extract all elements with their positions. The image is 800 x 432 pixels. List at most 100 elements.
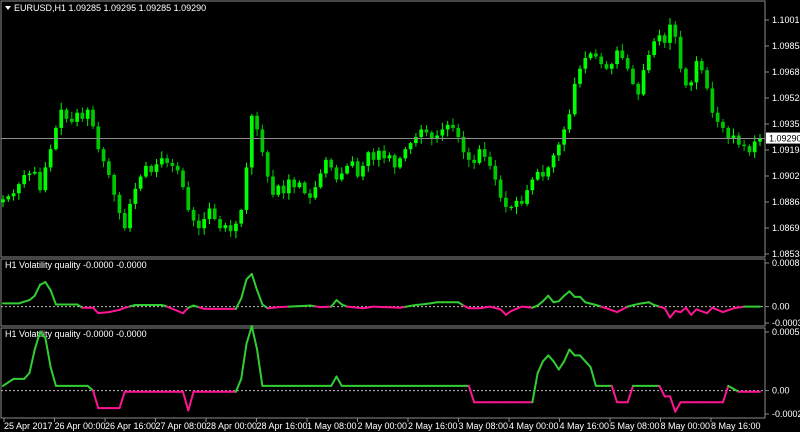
time-tick-label: 2 May 16:00 [408,421,458,431]
candle-body [461,137,466,153]
candle-body [747,146,752,153]
price-tick-label: 1.08699 [772,223,800,233]
candle-body [604,64,609,69]
candle-body [218,219,222,229]
indicator2-title: H1 Volatility quality -0.0000 -0.0000 [5,329,147,339]
candle-body [133,188,138,204]
main-title: EURUSD,H1 1.09285 1.09295 1.09285 1.0929… [14,3,206,13]
price-tick-label: 1.09359 [772,119,800,129]
candle-body [387,155,392,159]
candle-body [609,64,614,69]
time-tick-label: 27 Apr 08:00 [156,421,207,431]
candle-body [17,184,21,194]
candle-body [572,83,577,115]
indicator-tick-label: 0.0008 [772,258,800,268]
candle-body [504,197,508,207]
candle-body [159,158,164,165]
candle-body [324,159,328,174]
time-tick-label: 26 Apr 16:00 [105,421,156,431]
candle-body [556,144,561,156]
time-tick-label: 5 May 08:00 [610,421,660,431]
indicator-tick-label: 0.00 [772,386,790,396]
time-tick-label: 3 May 08:00 [459,421,509,431]
candle-body [22,175,27,185]
candle-body [202,219,207,229]
candle-body [392,155,397,168]
candle-body [599,56,604,65]
candle-body [96,126,101,150]
candle-body [440,129,445,136]
price-tick-label: 1.10019 [772,15,800,25]
candle-body [726,127,731,139]
candle-body [742,144,746,147]
candle-body [710,88,715,113]
time-tick-label: 1 May 08:00 [307,421,357,431]
candle-body [350,161,355,166]
price-tick-label: 1.08864 [772,197,800,207]
candle-body [334,167,339,180]
candle-body [715,112,720,122]
candle-body [705,70,709,89]
candle-body [212,208,217,220]
indicator-tick-label: 0.0005 [772,327,800,337]
candle-body [456,127,461,138]
candle-body [752,141,757,153]
candle-body [429,132,434,139]
time-tick-label: 28 Apr 16:00 [257,421,308,431]
time-tick-label: 4 May 00:00 [509,421,559,431]
candle-body [641,70,646,95]
candle-body [414,137,418,144]
candle-body [144,165,148,177]
time-tick-label: 8 May 16:00 [711,421,761,431]
candle-body [276,185,281,195]
candle-body [583,58,588,69]
candle-body [281,185,286,194]
current-price-label: 1.09290 [769,134,800,144]
candle-body [175,165,180,171]
candle-body [91,109,95,127]
candle-body [594,53,598,57]
chart-root: EURUSD,H1 1.09285 1.09295 1.09285 1.0929… [0,0,800,432]
candle-body [302,182,307,194]
candle-body [297,182,302,188]
time-tick-label: 28 Apr 00:00 [206,421,257,431]
candle-body [85,109,90,119]
time-tick-label: 8 May 00:00 [661,421,711,431]
candle-body [668,24,672,43]
candle-body [223,225,228,229]
candle-body [366,152,371,166]
candle-body [32,171,37,174]
candle-body [239,209,244,224]
indicator1-title: H1 Volatility quality -0.0000 -0.0000 [5,260,147,270]
candle-body [181,170,185,188]
candle-body [652,41,656,56]
candle-body [154,164,159,172]
candle-body [673,24,678,37]
candle-body [228,225,233,232]
candle-body [255,115,259,130]
indicator-tick-label: 0.00 [772,302,790,312]
candle-body [419,129,424,138]
candle-body [445,124,450,130]
candle-body [578,68,582,84]
candle-body [345,165,349,174]
candle-body [260,129,265,153]
time-tick-label: 2 May 00:00 [358,421,408,431]
candle-body [59,109,64,128]
candle-body [615,50,619,65]
candle-body [165,158,169,163]
candle-body [588,53,593,59]
candle-body [355,161,360,177]
candle-body [38,171,42,191]
price-tick-label: 1.09524 [772,93,800,103]
indicator-tick-label: -0.0002 [772,409,800,419]
candle-body [684,68,688,86]
candle-body [112,175,117,195]
candle-body [530,179,535,191]
candle-body [64,109,69,119]
candle-body [382,150,386,159]
candle-body [424,129,429,133]
candle-body [371,152,376,160]
candle-body [519,200,524,204]
candle-body [472,159,476,163]
